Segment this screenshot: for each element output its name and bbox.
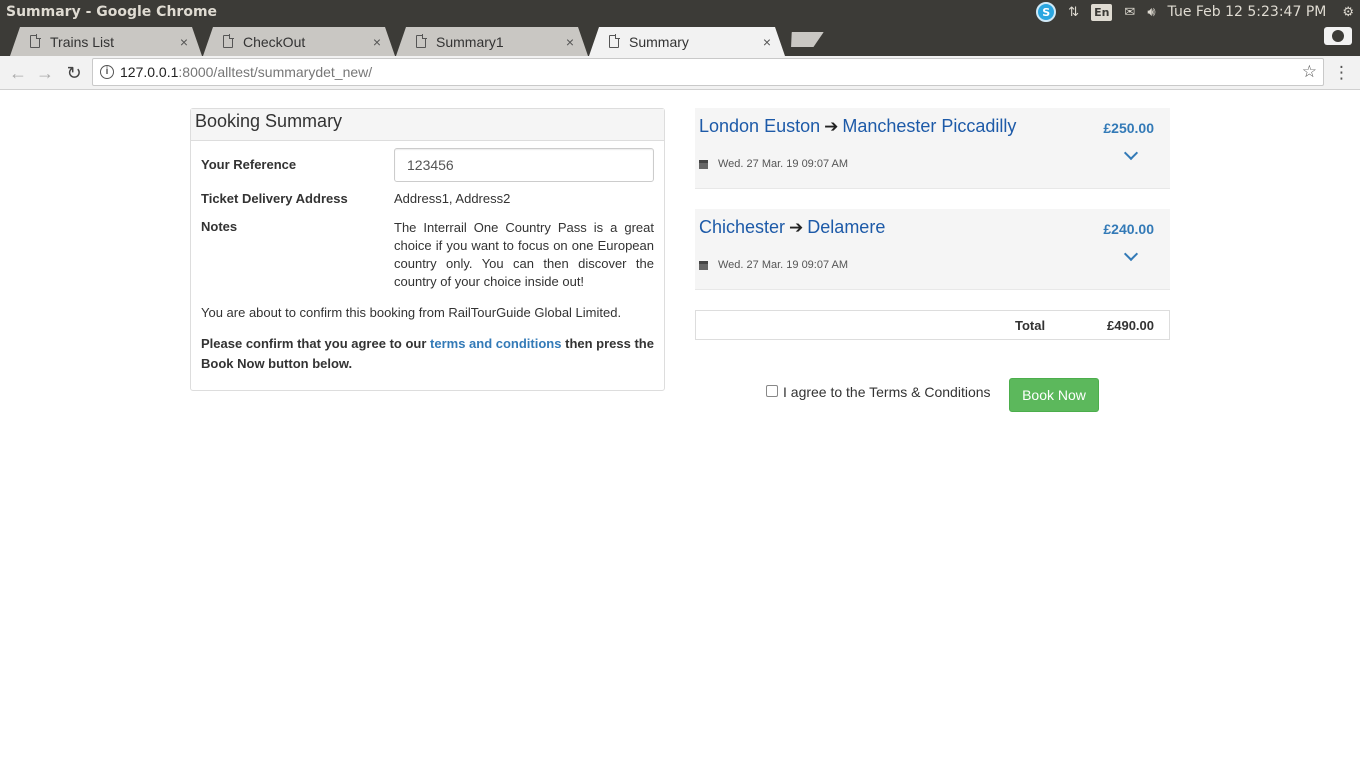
close-icon[interactable]: × — [373, 34, 381, 50]
journey-origin: Chichester — [699, 217, 786, 237]
journey-destination: Manchester Piccadilly — [842, 116, 1017, 136]
close-icon[interactable]: × — [763, 34, 771, 50]
total-row: Total £490.00 — [695, 310, 1170, 340]
arrow-right-icon: ➔ — [824, 117, 839, 136]
chevron-down-icon[interactable] — [1123, 246, 1139, 262]
profile-icon — [1332, 30, 1344, 42]
page-icon — [416, 35, 426, 48]
agree-instructions: Please confirm that you agree to our ter… — [201, 334, 656, 374]
panel-title: Booking Summary — [191, 109, 664, 141]
journey-route: Chichester ➔ Delamere — [699, 217, 885, 238]
tab-label: Summary1 — [436, 33, 504, 50]
journey-route: London Euston ➔ Manchester Piccadilly — [699, 116, 1016, 137]
tab-summary1[interactable]: Summary1 × — [396, 27, 588, 56]
page-icon — [30, 35, 40, 48]
volume-icon[interactable]: 🔊︎ — [1147, 0, 1155, 24]
back-arrow-icon[interactable]: ← — [6, 61, 30, 85]
forward-arrow-icon[interactable]: → — [33, 61, 57, 85]
confirm-text: You are about to confirm this booking fr… — [201, 305, 622, 320]
tab-summary[interactable]: Summary × — [589, 27, 785, 56]
total-value: £490.00 — [1107, 318, 1154, 333]
total-label: Total — [1015, 318, 1046, 333]
tab-checkout[interactable]: CheckOut × — [203, 27, 395, 56]
close-icon[interactable]: × — [566, 34, 574, 50]
notes-text: The Interrail One Country Pass is a grea… — [394, 220, 654, 289]
new-tab-button[interactable] — [786, 32, 823, 47]
clock[interactable]: Tue Feb 12 5:23:47 PM — [1168, 0, 1327, 24]
delivery-address-label: Ticket Delivery Address — [201, 191, 348, 206]
info-icon[interactable]: i — [100, 65, 114, 79]
url-path: :8000/alltest/summarydet_new/ — [178, 64, 373, 80]
page-content: Booking Summary Your Reference Ticket De… — [0, 91, 1360, 768]
journey-date: Wed. 27 Mar. 19 09:07 AM — [699, 259, 848, 271]
reload-icon[interactable]: ↻ — [62, 61, 86, 85]
tab-strip: Trains List × CheckOut × Summary1 × Summ… — [0, 24, 1360, 56]
journey-price: £240.00 — [1103, 221, 1154, 237]
url-host: 127.0.0.1 — [120, 64, 179, 80]
browser-toolbar: ← → ↻ i 127.0.0.1:8000/alltest/summaryde… — [0, 56, 1360, 90]
page-icon — [223, 35, 233, 48]
tab-label: CheckOut — [243, 33, 306, 50]
notes-label: Notes — [201, 219, 238, 234]
journey-date-text: Wed. 27 Mar. 19 09:07 AM — [718, 259, 849, 271]
journey-price: £250.00 — [1103, 120, 1154, 136]
network-icon[interactable]: ⇅ — [1068, 0, 1079, 24]
book-now-button[interactable]: Book Now — [1009, 378, 1099, 412]
arrow-right-icon: ➔ — [789, 218, 804, 237]
booking-summary-panel: Booking Summary Your Reference Ticket De… — [190, 108, 665, 391]
terms-and-conditions-link[interactable]: terms and conditions — [430, 336, 561, 351]
system-tray: S ⇅ En ✉ 🔊︎ Tue Feb 12 5:23:47 PM ⚙ — [1030, 0, 1360, 24]
calendar-icon — [699, 260, 708, 270]
agree-checkbox-label[interactable]: I agree to the Terms & Conditions — [783, 384, 991, 400]
keyboard-language-indicator[interactable]: En — [1091, 3, 1113, 21]
agree-checkbox[interactable] — [766, 385, 778, 397]
url-text[interactable]: 127.0.0.1:8000/alltest/summarydet_new/ — [120, 64, 372, 80]
reference-input[interactable] — [394, 148, 654, 182]
window-title: Summary - Google Chrome — [6, 4, 218, 20]
skype-icon[interactable]: S — [1036, 2, 1057, 22]
os-top-bar: Summary - Google Chrome S ⇅ En ✉ 🔊︎ Tue … — [0, 0, 1360, 24]
journey-destination: Delamere — [807, 217, 886, 237]
address-bar[interactable]: i 127.0.0.1:8000/alltest/summarydet_new/… — [92, 58, 1324, 86]
journey-date-text: Wed. 27 Mar. 19 09:07 AM — [718, 158, 849, 170]
chevron-down-icon[interactable] — [1123, 145, 1139, 161]
delivery-address-value: Address1, Address2 — [394, 191, 511, 206]
journey-origin: London Euston — [699, 116, 821, 136]
mail-icon[interactable]: ✉ — [1124, 0, 1135, 24]
agree-prefix: Please confirm that you agree to our — [201, 336, 427, 351]
reference-label: Your Reference — [201, 157, 297, 172]
tab-label: Summary — [629, 33, 689, 50]
browser-menu-icon[interactable]: ⋮ — [1333, 63, 1350, 83]
tab-label: Trains List — [50, 33, 115, 50]
gear-icon[interactable]: ⚙ — [1342, 0, 1354, 24]
journey-card[interactable]: Chichester ➔ Delamere Wed. 27 Mar. 19 09:0… — [695, 209, 1170, 290]
journey-date: Wed. 27 Mar. 19 09:07 AM — [699, 158, 848, 170]
page-icon — [609, 35, 619, 48]
profile-button[interactable] — [1324, 27, 1352, 45]
close-icon[interactable]: × — [180, 34, 188, 50]
calendar-icon — [699, 159, 708, 169]
bookmark-star-icon[interactable]: ☆ — [1302, 62, 1317, 82]
tab-trains-list[interactable]: Trains List × — [10, 27, 202, 56]
journey-card[interactable]: London Euston ➔ Manchester Piccadilly Wed.… — [695, 108, 1170, 189]
